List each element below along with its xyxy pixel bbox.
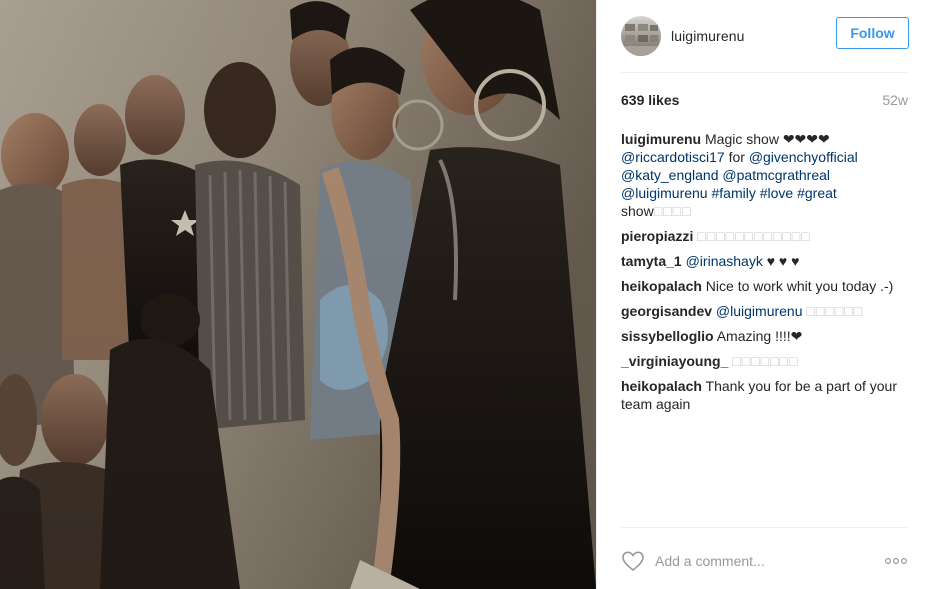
comment-author[interactable]: heikopalach [621,378,702,394]
comment: sissybelloglio Amazing !!!!❤ [621,327,908,345]
comment: pieropiazzi □□□□□□□□□□□□ [621,227,908,245]
comment-mention[interactable]: @patmcgrathreal [722,167,830,183]
comment: georgisandev @luigimurenu □□□□□□ [621,302,908,320]
comment-text: for [724,149,749,165]
comment-mention[interactable]: @irinashayk [686,253,763,269]
comment-mention[interactable]: @luigimurenu [621,185,708,201]
comment-hashtag[interactable]: #great [797,185,837,201]
post-meta: 639 likes 52w [621,92,908,108]
comment: heikopalach Nice to work whit you today … [621,277,908,295]
post-age[interactable]: 52w [882,92,908,108]
comment-author[interactable]: georgisandev [621,303,712,319]
comments-list: luigimurenu Magic show ❤❤❤❤ @riccardotis… [621,130,908,420]
comment-author[interactable]: tamyta_1 [621,253,682,269]
comment-footer [621,547,908,575]
comment-mention[interactable]: @givenchyofficial [749,149,858,165]
comment-unrendered-glyphs: □□□□□□□ [732,353,799,369]
comment-author[interactable]: luigimurenu [621,131,701,147]
post-header: luigimurenu Follow [597,0,932,72]
avatar[interactable] [621,16,661,56]
comment-hashtag[interactable]: #family [711,185,755,201]
comment-text: show [621,203,654,219]
comment-hashtag[interactable]: #love [760,185,793,201]
header-username[interactable]: luigimurenu [671,28,744,44]
comment-mention[interactable]: @luigimurenu [716,303,803,319]
more-options-icon[interactable] [884,549,908,573]
comment-text: Amazing !!!!❤ [713,328,803,344]
likes-count[interactable]: 639 likes [621,92,679,108]
footer-divider [621,527,908,528]
comment: tamyta_1 @irinashayk ♥ ♥ ♥ [621,252,908,270]
comment-text: Magic show ❤❤❤❤ [701,131,830,147]
comment: _virginiayoung_ □□□□□□□ [621,352,908,370]
comment-mention[interactable]: @katy_england [621,167,719,183]
post-photo[interactable] [0,0,596,589]
instagram-post: luigimurenu Follow 639 likes 52w luigimu… [0,0,932,589]
comment-unrendered-glyphs: □□□□□□ [806,303,864,319]
comment-author[interactable]: heikopalach [621,278,702,294]
comment-author[interactable]: pieropiazzi [621,228,693,244]
comment-input[interactable] [655,549,884,573]
heart-icon[interactable] [621,549,645,573]
post-panel: luigimurenu Follow 639 likes 52w luigimu… [596,0,932,589]
header-divider [621,72,908,73]
comment-mention[interactable]: @riccardotisci17 [621,149,725,165]
comment-author[interactable]: _virginiayoung_ [621,353,728,369]
comment-text: ♥ ♥ ♥ [762,253,800,269]
photo-illustration [0,0,596,589]
comment-unrendered-glyphs: □□□□ [653,203,692,219]
comment: heikopalach Thank you for be a part of y… [621,377,908,413]
comment-text: Nice to work whit you today .-) [701,278,894,294]
comment: luigimurenu Magic show ❤❤❤❤ @riccardotis… [621,130,908,220]
comment-author[interactable]: sissybelloglio [621,328,714,344]
avatar-image [621,24,661,56]
follow-button[interactable]: Follow [836,17,909,49]
comment-unrendered-glyphs: □□□□□□□□□□□□ [697,228,811,244]
